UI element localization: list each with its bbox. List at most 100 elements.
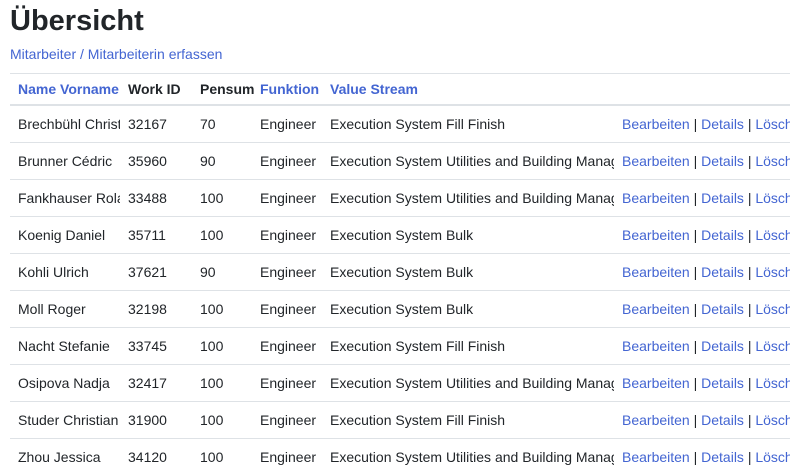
table-row: Nacht Stefanie33745100EngineerExecution … bbox=[10, 328, 790, 365]
edit-link[interactable]: Bearbeiten bbox=[622, 190, 690, 206]
cell-value_stream: Execution System Bulk bbox=[322, 254, 614, 291]
cell-work_id: 35960 bbox=[120, 143, 192, 180]
details-link[interactable]: Details bbox=[701, 153, 744, 169]
delete-link[interactable]: Löschen bbox=[755, 301, 790, 317]
cell-pensum: 100 bbox=[192, 439, 252, 475]
action-separator: | bbox=[690, 375, 701, 391]
action-separator: | bbox=[744, 301, 755, 317]
delete-link[interactable]: Löschen bbox=[755, 116, 790, 132]
edit-link[interactable]: Bearbeiten bbox=[622, 301, 690, 317]
cell-actions: Bearbeiten | Details | Löschen bbox=[614, 105, 790, 143]
table-row: Koenig Daniel35711100EngineerExecution S… bbox=[10, 217, 790, 254]
edit-link[interactable]: Bearbeiten bbox=[622, 227, 690, 243]
action-separator: | bbox=[744, 412, 755, 428]
delete-link[interactable]: Löschen bbox=[755, 190, 790, 206]
column-header-funktion: Funktion bbox=[252, 74, 322, 106]
details-link[interactable]: Details bbox=[701, 375, 744, 391]
edit-link[interactable]: Bearbeiten bbox=[622, 116, 690, 132]
action-separator: | bbox=[744, 338, 755, 354]
table-head: Name VornameWork IDPensumFunktionValue S… bbox=[10, 74, 790, 106]
table-row: Brunner Cédric3596090EngineerExecution S… bbox=[10, 143, 790, 180]
sort-link-value_stream[interactable]: Value Stream bbox=[330, 81, 418, 97]
delete-link[interactable]: Löschen bbox=[755, 227, 790, 243]
cell-funktion: Engineer bbox=[252, 254, 322, 291]
edit-link[interactable]: Bearbeiten bbox=[622, 153, 690, 169]
delete-link[interactable]: Löschen bbox=[755, 375, 790, 391]
cell-value_stream: Execution System Utilities and Building … bbox=[322, 439, 614, 475]
table-row: Kohli Ulrich3762190EngineerExecution Sys… bbox=[10, 254, 790, 291]
cell-work_id: 33488 bbox=[120, 180, 192, 217]
cell-work_id: 31900 bbox=[120, 402, 192, 439]
cell-pensum: 100 bbox=[192, 291, 252, 328]
details-link[interactable]: Details bbox=[701, 227, 744, 243]
column-header-value_stream: Value Stream bbox=[322, 74, 614, 106]
details-link[interactable]: Details bbox=[701, 116, 744, 132]
cell-actions: Bearbeiten | Details | Löschen bbox=[614, 291, 790, 328]
cell-pensum: 90 bbox=[192, 143, 252, 180]
cell-value_stream: Execution System Utilities and Building … bbox=[322, 365, 614, 402]
cell-name: Kohli Ulrich bbox=[10, 254, 120, 291]
cell-name: Koenig Daniel bbox=[10, 217, 120, 254]
table-row: Studer Christian31900100EngineerExecutio… bbox=[10, 402, 790, 439]
cell-name: Osipova Nadja bbox=[10, 365, 120, 402]
cell-work_id: 32167 bbox=[120, 105, 192, 143]
cell-value_stream: Execution System Fill Finish bbox=[322, 402, 614, 439]
cell-funktion: Engineer bbox=[252, 402, 322, 439]
cell-value_stream: Execution System Bulk bbox=[322, 217, 614, 254]
edit-link[interactable]: Bearbeiten bbox=[622, 412, 690, 428]
cell-work_id: 37621 bbox=[120, 254, 192, 291]
cell-funktion: Engineer bbox=[252, 217, 322, 254]
cell-funktion: Engineer bbox=[252, 328, 322, 365]
edit-link[interactable]: Bearbeiten bbox=[622, 264, 690, 280]
column-header-actions bbox=[614, 74, 790, 106]
edit-link[interactable]: Bearbeiten bbox=[622, 375, 690, 391]
cell-pensum: 100 bbox=[192, 180, 252, 217]
sort-link-name[interactable]: Name Vorname bbox=[18, 81, 119, 97]
cell-funktion: Engineer bbox=[252, 291, 322, 328]
cell-value_stream: Execution System Utilities and Building … bbox=[322, 143, 614, 180]
action-separator: | bbox=[690, 338, 701, 354]
cell-funktion: Engineer bbox=[252, 143, 322, 180]
cell-actions: Bearbeiten | Details | Löschen bbox=[614, 217, 790, 254]
cell-actions: Bearbeiten | Details | Löschen bbox=[614, 328, 790, 365]
sort-link-funktion[interactable]: Funktion bbox=[260, 81, 319, 97]
delete-link[interactable]: Löschen bbox=[755, 412, 790, 428]
table-row: Fankhauser Roland33488100EngineerExecuti… bbox=[10, 180, 790, 217]
cell-funktion: Engineer bbox=[252, 439, 322, 475]
cell-name: Zhou Jessica bbox=[10, 439, 120, 475]
cell-work_id: 32198 bbox=[120, 291, 192, 328]
cell-work_id: 33745 bbox=[120, 328, 192, 365]
cell-name: Nacht Stefanie bbox=[10, 328, 120, 365]
cell-work_id: 34120 bbox=[120, 439, 192, 475]
cell-value_stream: Execution System Fill Finish bbox=[322, 328, 614, 365]
action-separator: | bbox=[744, 190, 755, 206]
delete-link[interactable]: Löschen bbox=[755, 264, 790, 280]
details-link[interactable]: Details bbox=[701, 190, 744, 206]
cell-pensum: 100 bbox=[192, 365, 252, 402]
table-row: Osipova Nadja32417100EngineerExecution S… bbox=[10, 365, 790, 402]
cell-name: Brechbühl Christian bbox=[10, 105, 120, 143]
table-row: Moll Roger32198100EngineerExecution Syst… bbox=[10, 291, 790, 328]
cell-funktion: Engineer bbox=[252, 180, 322, 217]
create-employee-link[interactable]: Mitarbeiter / Mitarbeiterin erfassen bbox=[10, 46, 222, 62]
details-link[interactable]: Details bbox=[701, 301, 744, 317]
cell-funktion: Engineer bbox=[252, 365, 322, 402]
cell-funktion: Engineer bbox=[252, 105, 322, 143]
cell-name: Studer Christian bbox=[10, 402, 120, 439]
cell-actions: Bearbeiten | Details | Löschen bbox=[614, 365, 790, 402]
cell-value_stream: Execution System Fill Finish bbox=[322, 105, 614, 143]
action-separator: | bbox=[690, 153, 701, 169]
details-link[interactable]: Details bbox=[701, 412, 744, 428]
delete-link[interactable]: Löschen bbox=[755, 153, 790, 169]
action-separator: | bbox=[744, 153, 755, 169]
table-row: Zhou Jessica34120100EngineerExecution Sy… bbox=[10, 439, 790, 475]
cell-pensum: 70 bbox=[192, 105, 252, 143]
delete-link[interactable]: Löschen bbox=[755, 338, 790, 354]
edit-link[interactable]: Bearbeiten bbox=[622, 338, 690, 354]
action-separator: | bbox=[690, 301, 701, 317]
page-container: Übersicht Mitarbeiter / Mitarbeiterin er… bbox=[10, 4, 790, 475]
cell-value_stream: Execution System Bulk bbox=[322, 291, 614, 328]
action-separator: | bbox=[690, 412, 701, 428]
details-link[interactable]: Details bbox=[701, 338, 744, 354]
details-link[interactable]: Details bbox=[701, 264, 744, 280]
